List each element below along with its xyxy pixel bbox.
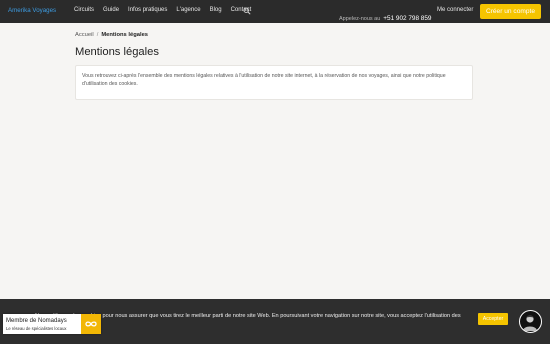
breadcrumb: Accueil / Mentions légales — [75, 32, 148, 38]
create-account-button[interactable]: Créer un compte — [480, 4, 541, 19]
accept-cookies-button[interactable]: Accepter — [478, 313, 508, 325]
nav-item-guide[interactable]: Guide — [103, 7, 119, 13]
content-card: Vous retrouvez ci-après l'ensemble des m… — [75, 65, 473, 100]
badge-subtitle: Le réseau de spécialistes locaux — [6, 326, 67, 331]
breadcrumb-separator: / — [96, 32, 99, 38]
breadcrumb-current: Mentions légales — [101, 32, 149, 38]
call-info: Appelez-nous au +51 902 798 859 — [339, 7, 431, 25]
top-navbar: Amerika Voyages Circuits Guide Infos pra… — [0, 0, 550, 23]
phone-number-link[interactable]: +51 902 798 859 — [383, 15, 431, 22]
infinity-icon — [81, 314, 101, 334]
nav-item-infos-pratiques[interactable]: Infos pratiques — [128, 7, 167, 13]
main-nav: Circuits Guide Infos pratiques L'agence … — [74, 7, 260, 13]
nav-item-circuits[interactable]: Circuits — [74, 7, 94, 13]
nav-item-agence[interactable]: L'agence — [176, 7, 200, 13]
content-paragraph: Vous retrouvez ci-après l'ensemble des m… — [82, 73, 446, 87]
login-link[interactable]: Me connecter — [437, 7, 473, 13]
brand-logo-link[interactable]: Amerika Voyages — [8, 7, 56, 14]
badge-title: Membre de Nomadays — [6, 318, 67, 324]
nav-item-blog[interactable]: Blog — [210, 7, 222, 13]
advisor-avatar-icon[interactable] — [519, 310, 542, 333]
call-label: Appelez-nous au — [339, 16, 381, 22]
breadcrumb-home-link[interactable]: Accueil — [75, 32, 94, 38]
nomadays-member-badge[interactable]: Membre de Nomadays Le réseau de spéciali… — [3, 314, 101, 334]
search-icon[interactable] — [243, 7, 251, 15]
page-title: Mentions légales — [75, 46, 159, 58]
